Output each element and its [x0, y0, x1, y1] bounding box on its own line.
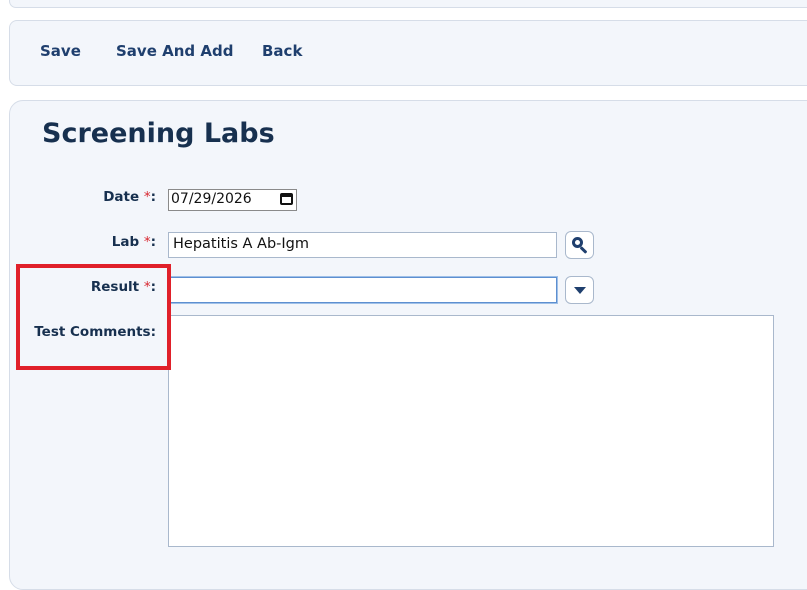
comments-label-wrap: Test Comments: — [10, 324, 156, 344]
screening-labs-panel: Screening Labs Date *: 07/29/2026 Lab *:… — [9, 100, 807, 590]
lab-label: Lab *: — [111, 234, 156, 250]
lab-label-wrap: Lab *: — [10, 234, 156, 254]
date-label: Date *: — [103, 189, 156, 205]
back-button[interactable]: Back — [262, 42, 302, 60]
date-input[interactable]: 07/29/2026 — [168, 189, 297, 211]
top-panel-edge — [9, 0, 807, 8]
lab-input[interactable]: Hepatitis A Ab-Igm — [168, 232, 557, 258]
result-dropdown-button[interactable] — [565, 276, 594, 304]
page-title: Screening Labs — [42, 118, 275, 149]
save-button[interactable]: Save — [40, 42, 81, 60]
required-marker: * — [143, 279, 151, 295]
save-and-add-button[interactable]: Save And Add — [116, 42, 233, 60]
result-label: Result *: — [90, 279, 156, 295]
test-comments-label: Test Comments: — [34, 324, 156, 340]
lab-search-button[interactable] — [565, 231, 594, 259]
result-label-wrap: Result *: — [10, 279, 156, 299]
test-comments-textarea[interactable] — [168, 315, 774, 547]
lab-value: Hepatitis A Ab-Igm — [173, 236, 309, 252]
calendar-icon[interactable] — [280, 193, 293, 205]
required-marker: * — [143, 189, 151, 205]
result-input[interactable] — [168, 277, 557, 303]
date-label-wrap: Date *: — [10, 189, 156, 209]
required-marker: * — [143, 234, 151, 250]
date-value: 07/29/2026 — [171, 191, 252, 207]
action-toolbar: Save Save And Add Back — [9, 20, 807, 86]
chevron-down-icon — [574, 287, 586, 294]
